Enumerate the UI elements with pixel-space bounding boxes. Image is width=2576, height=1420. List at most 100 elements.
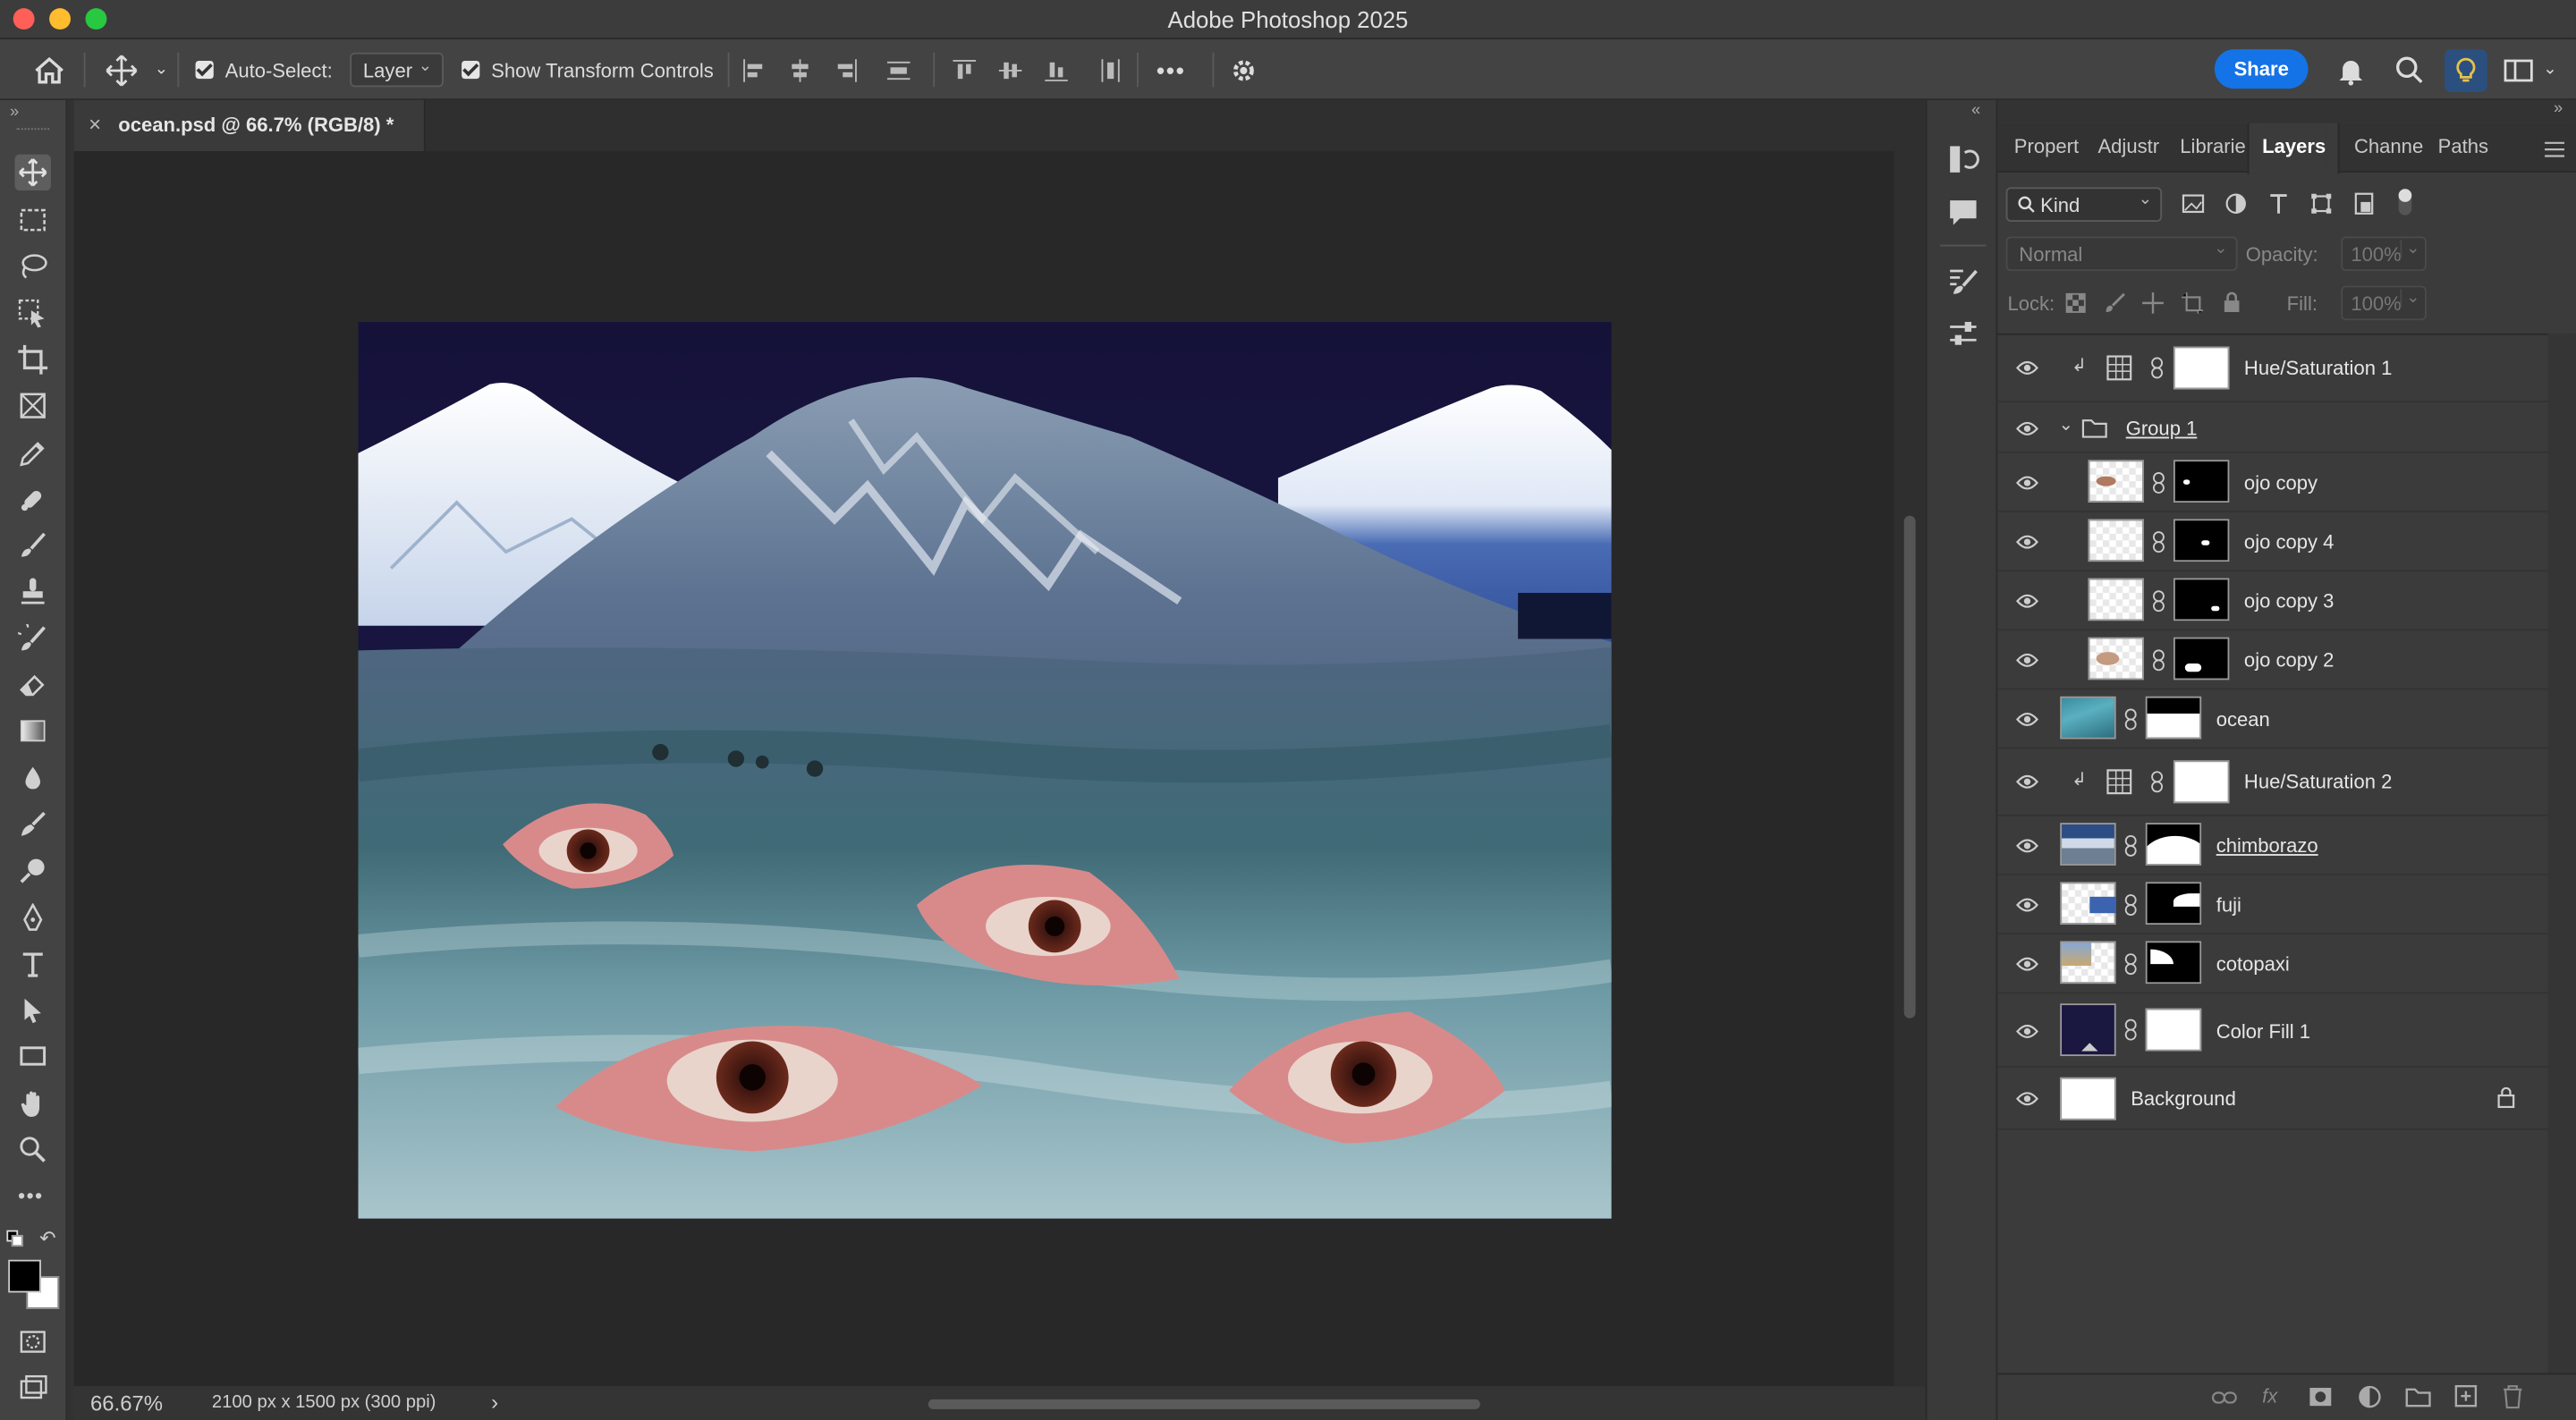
link-chain-icon[interactable] bbox=[2152, 648, 2165, 672]
spot-healing-brush-tool[interactable] bbox=[15, 481, 51, 517]
layer-row[interactable]: chimborazo bbox=[1997, 816, 2548, 875]
layer-name[interactable]: chimborazo bbox=[2216, 834, 2318, 858]
layer-mask-thumbnail[interactable] bbox=[2145, 882, 2202, 926]
layer-row[interactable]: ojo copy 4 bbox=[1997, 512, 2548, 572]
pen-tool[interactable] bbox=[15, 900, 51, 936]
eraser-tool[interactable] bbox=[15, 667, 51, 703]
filter-smart-object-icon[interactable] bbox=[2352, 192, 2376, 216]
tab-libraries[interactable]: Librarie bbox=[2180, 126, 2246, 175]
tool-preset-chevron-icon[interactable]: ⌄ bbox=[155, 39, 168, 100]
layer-row[interactable]: fuji bbox=[1997, 875, 2548, 935]
filter-toggle-switch[interactable] bbox=[2398, 189, 2412, 216]
layer-mask-thumbnail[interactable] bbox=[2173, 460, 2230, 503]
layer-row[interactable]: Background bbox=[1997, 1068, 2548, 1130]
layer-mask-thumbnail[interactable] bbox=[2173, 346, 2230, 390]
eye-visibility-icon[interactable] bbox=[2016, 1023, 2039, 1039]
distribute-vertical-icon[interactable] bbox=[886, 59, 911, 82]
link-chain-icon[interactable] bbox=[2124, 893, 2138, 917]
hand-tool[interactable] bbox=[15, 1086, 51, 1121]
more-options-button[interactable]: ••• bbox=[1157, 39, 1186, 100]
layer-mask-thumbnail[interactable] bbox=[2145, 823, 2202, 866]
smudge-tool[interactable] bbox=[15, 807, 51, 842]
link-chain-icon[interactable] bbox=[2150, 357, 2164, 380]
layer-name[interactable]: ojo copy 4 bbox=[2244, 530, 2334, 554]
layer-mask-thumbnail[interactable] bbox=[2145, 696, 2202, 740]
eyedropper-tool[interactable] bbox=[15, 435, 51, 471]
align-top-edges-icon[interactable] bbox=[953, 59, 976, 82]
adjustments-sliders-icon[interactable] bbox=[1946, 317, 1979, 358]
layer-mask-thumbnail[interactable] bbox=[2145, 1008, 2202, 1052]
layer-group-row[interactable]: ⌄ Group 1 bbox=[1997, 402, 2548, 453]
eye-visibility-icon[interactable] bbox=[2016, 534, 2039, 550]
horizontal-scroll-thumb[interactable] bbox=[928, 1399, 1480, 1409]
layer-thumbnail[interactable] bbox=[2088, 578, 2144, 621]
workspace-layout-icon[interactable]: ⌄ bbox=[2504, 39, 2557, 100]
default-colors-icon[interactable] bbox=[6, 1230, 23, 1247]
layer-thumbnail[interactable] bbox=[2060, 823, 2116, 866]
layer-style-fx-icon[interactable]: fx bbox=[2262, 1384, 2277, 1407]
bell-icon[interactable] bbox=[2338, 39, 2364, 100]
eye-visibility-icon[interactable] bbox=[2016, 359, 2039, 376]
collapse-dock-icon[interactable]: « bbox=[1971, 102, 1980, 120]
rectangle-tool[interactable] bbox=[15, 1038, 51, 1074]
fill-layer-thumbnail[interactable] bbox=[2060, 1003, 2116, 1056]
foreground-color-swatch[interactable] bbox=[8, 1259, 41, 1293]
collapse-panel-icon[interactable]: » bbox=[2554, 100, 2563, 118]
eye-visibility-icon[interactable] bbox=[2016, 652, 2039, 668]
move-tool[interactable] bbox=[14, 154, 51, 191]
link-chain-icon[interactable] bbox=[2152, 471, 2165, 494]
tab-adjustments[interactable]: Adjustr bbox=[2097, 126, 2159, 175]
marquee-tool[interactable] bbox=[15, 202, 51, 238]
new-group-folder-icon[interactable] bbox=[2405, 1386, 2431, 1407]
eye-visibility-icon[interactable] bbox=[2016, 593, 2039, 609]
layer-row[interactable]: Color Fill 1 bbox=[1997, 993, 2548, 1068]
link-layers-icon[interactable] bbox=[2211, 1388, 2237, 1407]
brush-settings-icon[interactable] bbox=[1946, 265, 1979, 306]
screen-mode-button[interactable] bbox=[15, 1370, 51, 1406]
zoom-tool[interactable] bbox=[15, 1131, 51, 1167]
search-icon[interactable] bbox=[2395, 39, 2423, 100]
vertical-scroll-thumb[interactable] bbox=[1903, 515, 1916, 1019]
blend-mode-dropdown[interactable]: Normal ⌄ bbox=[2005, 236, 2238, 272]
lasso-tool[interactable] bbox=[15, 248, 51, 283]
share-button[interactable]: Share bbox=[2214, 49, 2309, 89]
comments-icon[interactable] bbox=[1946, 196, 1979, 237]
layer-mask-thumbnail[interactable] bbox=[2173, 760, 2230, 804]
layer-filter-dropdown[interactable]: Kind ⌄ bbox=[2005, 187, 2163, 222]
add-mask-icon[interactable] bbox=[2309, 1386, 2334, 1407]
link-chain-icon[interactable] bbox=[2124, 834, 2138, 858]
new-layer-icon[interactable] bbox=[2454, 1384, 2478, 1407]
close-tab-icon[interactable]: × bbox=[89, 112, 101, 137]
new-adjustment-layer-icon[interactable] bbox=[2358, 1384, 2383, 1409]
path-selection-tool[interactable] bbox=[15, 992, 51, 1027]
lock-position-icon[interactable] bbox=[2142, 292, 2164, 314]
layer-row[interactable]: ojo copy bbox=[1997, 453, 2548, 513]
layer-name[interactable]: ojo copy bbox=[2244, 471, 2318, 494]
eye-visibility-icon[interactable] bbox=[2016, 711, 2039, 727]
align-right-edges-icon[interactable] bbox=[835, 59, 858, 82]
layer-mask-thumbnail[interactable] bbox=[2173, 519, 2230, 562]
crop-tool[interactable] bbox=[15, 342, 51, 377]
show-transform-controls-checkbox[interactable]: Show Transform Controls bbox=[462, 39, 714, 100]
layer-thumbnail[interactable] bbox=[2088, 519, 2144, 562]
align-vertical-centers-icon[interactable] bbox=[998, 59, 1022, 82]
layer-row[interactable]: ojo copy 2 bbox=[1997, 630, 2548, 690]
eye-visibility-icon[interactable] bbox=[2016, 956, 2039, 972]
type-tool[interactable] bbox=[15, 946, 51, 982]
lock-transparent-pixels-icon[interactable] bbox=[2065, 292, 2087, 314]
trash-icon[interactable] bbox=[2502, 1384, 2523, 1409]
filter-shape-icon[interactable] bbox=[2309, 192, 2333, 216]
link-chain-icon[interactable] bbox=[2150, 770, 2164, 793]
filter-type-icon[interactable] bbox=[2267, 192, 2291, 216]
eye-visibility-icon[interactable] bbox=[2016, 475, 2039, 491]
link-chain-icon[interactable] bbox=[2124, 952, 2138, 976]
layer-thumbnail[interactable] bbox=[2088, 637, 2144, 680]
tab-paths[interactable]: Paths bbox=[2438, 126, 2488, 175]
layer-row[interactable]: ojo copy 3 bbox=[1997, 571, 2548, 631]
layer-row[interactable]: cotopaxi bbox=[1997, 934, 2548, 994]
link-chain-icon[interactable] bbox=[2152, 589, 2165, 613]
layer-row[interactable]: ocean bbox=[1997, 689, 2548, 749]
layer-name[interactable]: Group 1 bbox=[2126, 418, 2198, 441]
layer-mask-thumbnail[interactable] bbox=[2173, 578, 2230, 621]
vertical-scrollbar[interactable] bbox=[1894, 150, 1926, 1387]
